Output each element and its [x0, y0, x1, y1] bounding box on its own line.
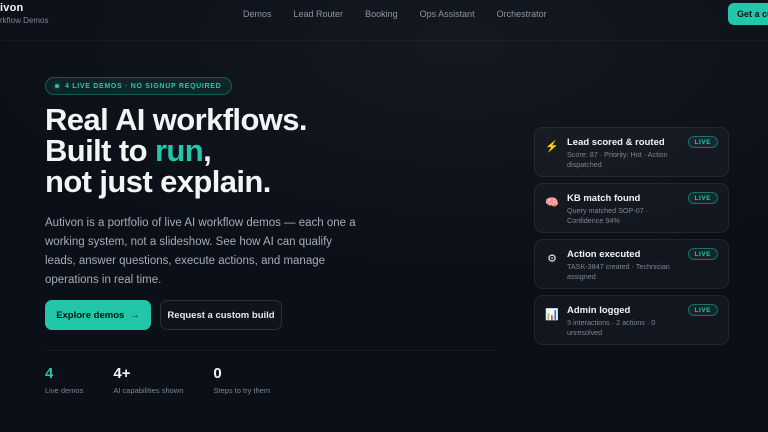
live-badge: LIVE: [687, 248, 718, 260]
primary-nav: Demos Lead Router Booking Ops Assistant …: [243, 9, 547, 19]
stat-ai-capabilities: 4+ AI capabilities shown: [113, 365, 183, 395]
brain-icon: 🧠: [545, 196, 559, 209]
top-navigation: ivon rkflow Demos Demos Lead Router Book…: [0, 0, 768, 36]
stat-value: 4: [45, 365, 54, 382]
headline-line-1: Real AI workflows.: [45, 102, 308, 137]
header-divider: [0, 40, 768, 41]
card-title: KB match found: [567, 193, 641, 204]
live-demos-pill: 4 LIVE DEMOS · NO SIGNUP REQUIRED: [45, 77, 233, 95]
live-badge: LIVE: [687, 136, 718, 148]
headline-line-2: Built to run,: [45, 135, 495, 166]
stat-steps-to-try: 0 Steps to try them: [213, 365, 270, 395]
stat-label: Live demos: [45, 386, 84, 395]
headline-accent-run: run: [154, 133, 204, 168]
card-subtitle: Query matched SOP-07 · Confidence 94%: [567, 206, 649, 225]
stat-value: 4+: [113, 365, 131, 382]
hero-headline: Real AI workflows. Built to run, not jus…: [45, 104, 495, 197]
card-subtitle: TASK-3847 created · Technician assigned: [567, 262, 670, 281]
hero-divider: [45, 350, 495, 351]
pill-text: 4 LIVE DEMOS · NO SIGNUP REQUIRED: [65, 82, 222, 90]
activity-card-lead-scored: ⚡ Lead scored & routed Score: 87 · Prior…: [534, 127, 729, 177]
stat-live-demos: 4 Live demos: [45, 365, 83, 395]
stat-value: 0: [213, 365, 222, 382]
headline-line-2-prefix: Built to: [45, 133, 155, 168]
explore-demos-label: Explore demos: [56, 309, 125, 321]
brand-subtitle: rkflow Demos: [0, 16, 49, 25]
live-badge: LIVE: [687, 304, 718, 316]
nav-demos[interactable]: Demos: [243, 9, 272, 19]
gear-icon: ⚙: [547, 252, 557, 265]
headline-line-2-suffix: ,: [203, 133, 212, 168]
hero-description: Autivon is a portfolio of live AI workfl…: [45, 217, 356, 286]
lightning-icon: ⚡: [545, 140, 559, 153]
headline-line-3: not just explain.: [45, 164, 271, 199]
nav-lead-router[interactable]: Lead Router: [294, 9, 344, 19]
request-custom-build-button[interactable]: Request a custom build: [160, 300, 282, 330]
card-subtitle: Score: 87 · Priority: Hot · Action dispa…: [567, 150, 668, 169]
app-page: ivon rkflow Demos Demos Lead Router Book…: [0, 0, 768, 432]
brand-name: ivon: [0, 2, 24, 14]
arrow-right-icon: →: [130, 309, 140, 321]
card-title: Lead scored & routed: [567, 137, 665, 148]
nav-ops-assistant[interactable]: Ops Assistant: [420, 9, 475, 19]
card-subtitle: 3 interactions · 2 actions · 0 unresolve…: [567, 318, 656, 337]
activity-card-admin-logged: 📊 Admin logged 3 interactions · 2 action…: [534, 295, 729, 345]
stat-label: Steps to try them: [213, 386, 271, 395]
live-dot-icon: [55, 84, 59, 88]
brand[interactable]: ivon rkflow Demos: [0, 0, 70, 30]
bar-chart-icon: 📊: [545, 308, 559, 321]
card-title: Action executed: [567, 249, 641, 260]
nav-booking[interactable]: Booking: [365, 9, 398, 19]
explore-demos-button[interactable]: Explore demos →: [45, 300, 151, 330]
activity-card-action-executed: ⚙ Action executed TASK-3847 created · Te…: [534, 239, 729, 289]
live-badge: LIVE: [687, 192, 718, 204]
get-a-custom-build-button[interactable]: Get a cu: [728, 3, 768, 25]
stat-label: AI capabilities shown: [113, 386, 184, 395]
activity-card-kb-match: 🧠 KB match found Query matched SOP-07 · …: [534, 183, 729, 233]
stats-row: 4 Live demos 4+ AI capabilities shown 0 …: [45, 365, 270, 395]
nav-orchestrator[interactable]: Orchestrator: [497, 9, 547, 19]
card-title: Admin logged: [567, 305, 631, 316]
